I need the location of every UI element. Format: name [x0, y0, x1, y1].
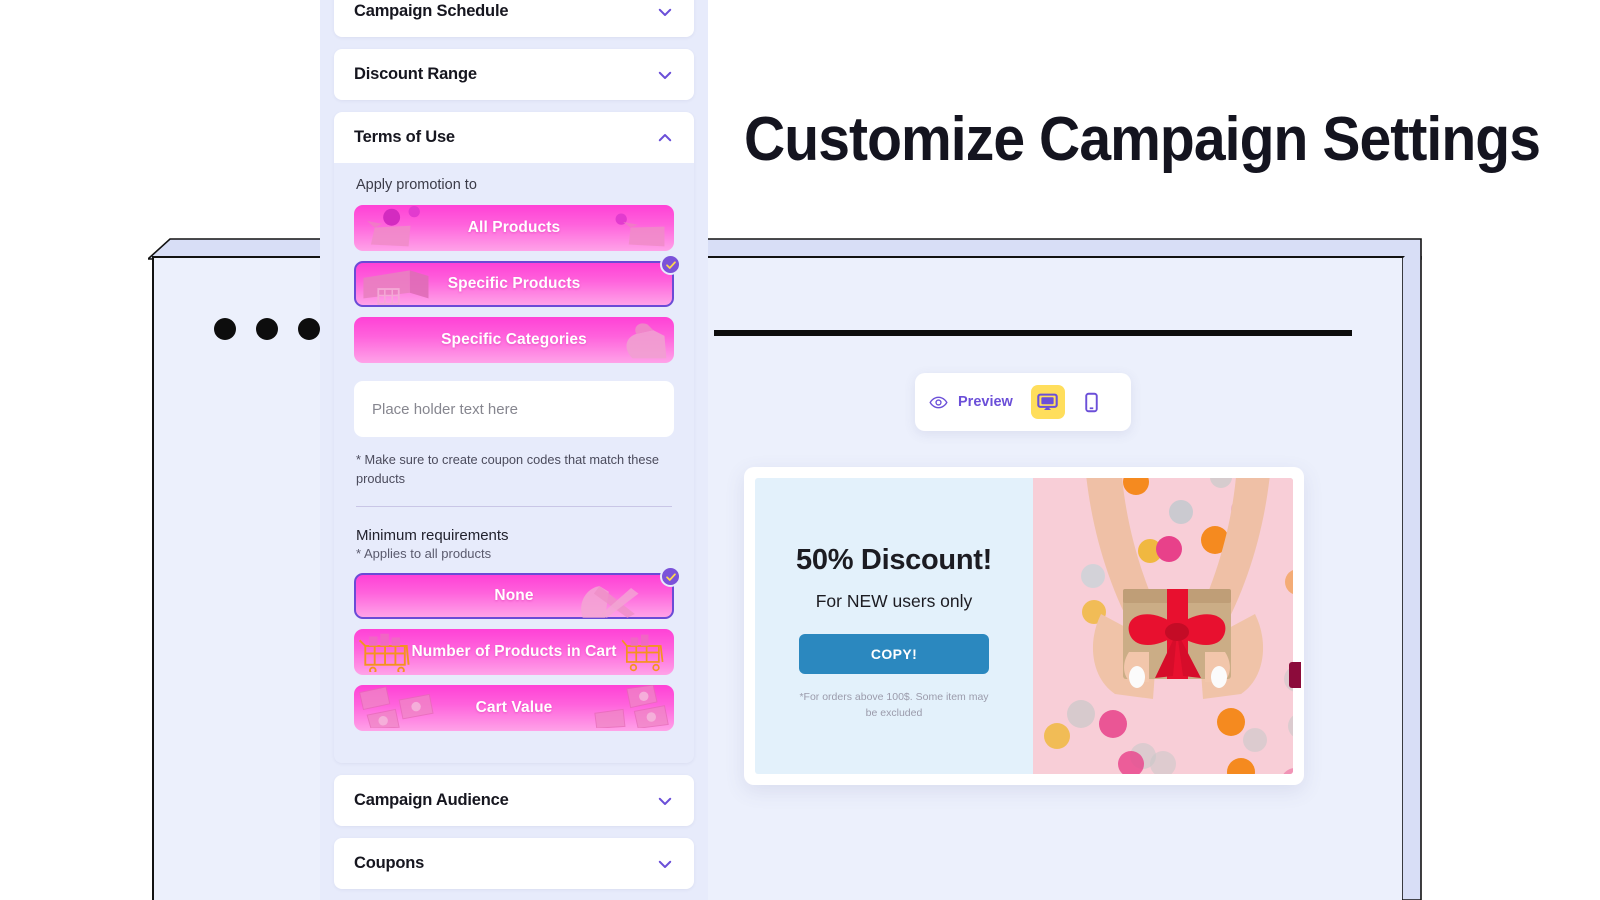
coupon-heading: 50% Discount! — [796, 544, 992, 576]
side-tab-marker — [1289, 662, 1301, 688]
screenshot-root: Customize Campaign Settings Preview 50% … — [0, 0, 1600, 900]
gift-box-photo-icon — [1033, 478, 1293, 774]
accordion-terms-of-use: Terms of Use Apply promotion to All Prod… — [334, 112, 694, 764]
accordion-header[interactable]: Discount Range — [334, 49, 694, 100]
accordion-title: Terms of Use — [354, 128, 455, 146]
window-dot-1[interactable] — [214, 318, 236, 340]
option-all-products[interactable]: All Products — [354, 205, 674, 251]
section-divider — [356, 506, 672, 508]
minimum-requirements-sub: * Applies to all products — [356, 546, 492, 562]
mobile-icon — [1085, 392, 1099, 412]
terms-of-use-body: Apply promotion to All Products Specific… — [334, 163, 694, 764]
nav-divider-rule — [714, 330, 1352, 336]
preview-label: Preview — [958, 394, 1013, 410]
option-label: Number of Products in Cart — [411, 643, 617, 661]
coupon-image — [1033, 478, 1293, 774]
accordion-coupons[interactable]: Coupons — [334, 838, 694, 890]
option-minimum-cart-value[interactable]: Cart Value — [354, 685, 674, 732]
settings-panel: Campaign Schedule Discount Range Terms o… — [320, 0, 708, 900]
chevron-down-icon[interactable] — [656, 66, 674, 84]
selected-check-badge — [660, 254, 681, 275]
option-label: Specific Products — [447, 275, 581, 292]
option-minimum-none[interactable]: None — [354, 566, 681, 620]
copy-coupon-button[interactable]: COPY! — [799, 634, 989, 674]
specific-products-input[interactable] — [354, 381, 674, 437]
accordion-header[interactable]: Terms of Use — [334, 112, 694, 163]
option-specific-products[interactable]: Specific Products — [354, 254, 681, 307]
desktop-icon — [1037, 393, 1059, 410]
coupon-preview-card: 50% Discount! For NEW users only COPY! *… — [751, 474, 1297, 778]
option-label: All Products — [467, 219, 561, 236]
accordion-title: Campaign Schedule — [354, 2, 509, 20]
frame-right-bevel-icon — [1402, 256, 1422, 900]
accordion-header[interactable]: Coupons — [334, 838, 694, 889]
coupon-subheading: For NEW users only — [815, 591, 973, 611]
option-minimum-product-count[interactable]: Number of Products in Cart — [354, 629, 674, 676]
accordion-title: Coupons — [354, 854, 425, 873]
check-icon — [665, 260, 676, 269]
option-specific-categories[interactable]: Specific Categories — [354, 317, 674, 363]
coupon-codes-note: * Make sure to create coupon codes that … — [356, 452, 660, 486]
option-label: Specific Categories — [441, 331, 587, 348]
coupon-text-side: 50% Discount! For NEW users only COPY! *… — [755, 478, 1033, 774]
accordion-campaign-schedule[interactable]: Campaign Schedule — [334, 0, 694, 37]
apply-promotion-label: Apply promotion to — [356, 177, 477, 193]
minimum-requirements-label: Minimum requirements — [356, 527, 509, 545]
chevron-up-icon[interactable] — [656, 129, 674, 147]
window-controls[interactable] — [214, 318, 320, 340]
device-toggle-desktop[interactable] — [1030, 385, 1065, 419]
accordion-discount-range[interactable]: Discount Range — [334, 49, 694, 100]
accordion-title: Discount Range — [354, 65, 477, 83]
window-dot-3[interactable] — [298, 318, 320, 340]
accordion-title: Campaign Audience — [354, 791, 509, 810]
coupon-fine-print: *For orders above 100$. Some item may be… — [799, 691, 989, 719]
device-toggle-mobile[interactable] — [1075, 385, 1109, 419]
window-dot-2[interactable] — [256, 318, 278, 340]
option-label: Cart Value — [475, 699, 553, 717]
chevron-down-icon[interactable] — [656, 792, 674, 810]
selected-check-badge — [660, 566, 681, 588]
check-icon — [665, 572, 676, 581]
page-title: Customize Campaign Settings — [744, 105, 1541, 174]
option-label: None — [494, 587, 534, 605]
eye-icon — [929, 396, 948, 408]
chevron-down-icon[interactable] — [656, 3, 674, 21]
accordion-campaign-audience[interactable]: Campaign Audience — [334, 775, 694, 827]
chevron-down-icon[interactable] — [656, 855, 674, 873]
preview-toolbar: Preview — [915, 373, 1131, 431]
accordion-header[interactable]: Campaign Audience — [334, 775, 694, 826]
accordion-header[interactable]: Campaign Schedule — [334, 0, 694, 37]
